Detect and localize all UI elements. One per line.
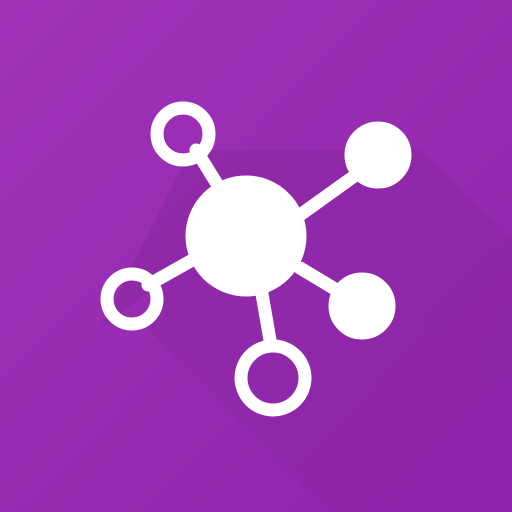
- node-top-right: [344, 121, 412, 189]
- center-node: [185, 175, 307, 297]
- app-icon: [0, 0, 512, 512]
- edge-bottom: [255, 287, 277, 347]
- node-right: [328, 272, 396, 340]
- network-graph-icon: [0, 0, 512, 512]
